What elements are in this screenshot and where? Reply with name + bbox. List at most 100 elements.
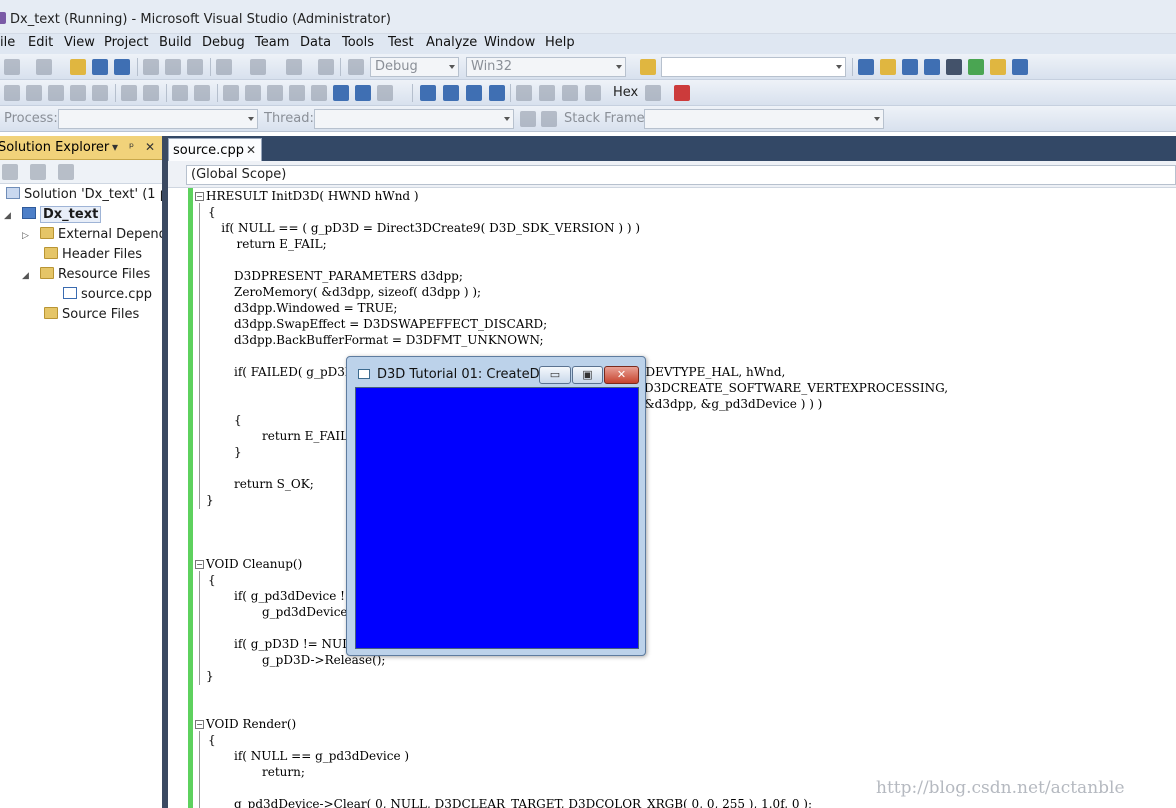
- menu-data[interactable]: Data: [300, 35, 331, 50]
- extension-manager-icon[interactable]: [990, 59, 1006, 75]
- tree-node-header-files[interactable]: Header Files: [44, 247, 142, 267]
- restart-icon[interactable]: [489, 85, 505, 101]
- next-bookmark-in-folder-icon[interactable]: [311, 85, 327, 101]
- pin-icon[interactable]: ᵖ: [129, 140, 134, 154]
- word-completion-icon[interactable]: [70, 85, 86, 101]
- add-item-icon[interactable]: [36, 59, 52, 75]
- start-debugging-icon[interactable]: [348, 59, 364, 75]
- view-class-diagram-icon[interactable]: [58, 164, 74, 180]
- d3d-tutorial-window[interactable]: D3D Tutorial 01: CreateD... ▭ ▣ ✕: [346, 356, 646, 656]
- close-icon[interactable]: ✕: [246, 143, 256, 157]
- menu-help[interactable]: Help: [545, 35, 575, 50]
- next-bookmark-in-document-icon[interactable]: [355, 85, 371, 101]
- breakpoints-window-icon[interactable]: [674, 85, 690, 101]
- copy-icon[interactable]: [165, 59, 181, 75]
- previous-bookmark-in-document-icon[interactable]: [333, 85, 349, 101]
- step-out-icon[interactable]: [585, 85, 601, 101]
- start-page-icon[interactable]: [968, 59, 984, 75]
- tree-node-source-cpp[interactable]: source.cpp: [63, 287, 152, 307]
- decrease-indent-icon[interactable]: [121, 85, 137, 101]
- tab-source-cpp[interactable]: source.cpp ✕: [168, 138, 262, 161]
- command-window-icon[interactable]: [1012, 59, 1028, 75]
- code-editor[interactable]: − − − HRESULT InitD3D( HWND hWnd ) { if(…: [168, 188, 1176, 808]
- find-icon[interactable]: [858, 59, 874, 75]
- process-dropdown[interactable]: [58, 109, 258, 129]
- save-all-icon[interactable]: [114, 59, 130, 75]
- show-threads-in-source-icon[interactable]: [645, 85, 661, 101]
- menu-project[interactable]: Project: [104, 35, 148, 50]
- close-icon[interactable]: ✕: [145, 140, 155, 154]
- tree-node-resource-files[interactable]: ◢ Resource Files: [22, 267, 150, 287]
- thread-dropdown[interactable]: [314, 109, 514, 129]
- render-canvas[interactable]: [355, 387, 639, 649]
- menu-edit[interactable]: Edit: [28, 35, 53, 50]
- tree-node-source-files[interactable]: Source Files: [44, 307, 139, 327]
- list-members-icon[interactable]: [92, 85, 108, 101]
- menu-build[interactable]: Build: [159, 35, 192, 50]
- previous-bookmark-in-folder-icon[interactable]: [289, 85, 305, 101]
- navigate-forward-icon[interactable]: [318, 59, 334, 75]
- menu-bar: ile Edit View Project Build Debug Team D…: [0, 34, 1176, 54]
- minimize-button[interactable]: ▭: [539, 366, 571, 384]
- solution-platform-dropdown[interactable]: Win32: [466, 57, 626, 77]
- toggle-flag-icon[interactable]: [520, 111, 536, 127]
- properties-icon[interactable]: [2, 164, 18, 180]
- expanded-arrow-icon[interactable]: ◢: [22, 271, 32, 281]
- find-combo[interactable]: [661, 57, 846, 77]
- show-flagged-threads-icon[interactable]: [541, 111, 557, 127]
- paste-icon[interactable]: [187, 59, 203, 75]
- menu-debug[interactable]: Debug: [202, 35, 245, 50]
- collapse-icon[interactable]: −: [195, 560, 204, 569]
- step-over-icon[interactable]: [562, 85, 578, 101]
- collapsed-arrow-icon[interactable]: ▷: [22, 231, 32, 241]
- find-in-files-icon[interactable]: [640, 59, 656, 75]
- menu-test[interactable]: Test: [388, 35, 414, 50]
- scope-dropdown[interactable]: (Global Scope): [186, 165, 1176, 185]
- menu-analyze[interactable]: Analyze: [426, 35, 477, 50]
- step-into-icon[interactable]: [539, 85, 555, 101]
- navigate-backward-icon[interactable]: [286, 59, 302, 75]
- save-icon[interactable]: [92, 59, 108, 75]
- parameter-info-icon[interactable]: [48, 85, 64, 101]
- solution-explorer-icon[interactable]: [880, 59, 896, 75]
- menu-tools[interactable]: Tools: [342, 35, 374, 50]
- quick-info-icon[interactable]: [26, 85, 42, 101]
- menu-window[interactable]: Window: [484, 35, 535, 50]
- open-file-icon[interactable]: [70, 59, 86, 75]
- stop-debugging-icon[interactable]: [466, 85, 482, 101]
- menu-team[interactable]: Team: [255, 35, 289, 50]
- show-all-files-icon[interactable]: [30, 164, 46, 180]
- toggle-bookmark-icon[interactable]: [223, 85, 239, 101]
- text-editor-icon[interactable]: [4, 85, 20, 101]
- menu-view[interactable]: View: [64, 35, 95, 50]
- stack-frame-dropdown[interactable]: [644, 109, 884, 129]
- expanded-arrow-icon[interactable]: ◢: [4, 211, 14, 221]
- uncomment-lines-icon[interactable]: [194, 85, 210, 101]
- comment-lines-icon[interactable]: [172, 85, 188, 101]
- undo-icon[interactable]: [216, 59, 232, 75]
- close-button[interactable]: ✕: [604, 366, 639, 384]
- next-bookmark-icon[interactable]: [267, 85, 283, 101]
- tree-node-project[interactable]: ◢ Dx_text: [4, 206, 102, 227]
- hex-display-button[interactable]: Hex: [613, 85, 638, 100]
- chevron-down-icon[interactable]: ▾: [112, 140, 118, 154]
- maximize-button[interactable]: ▣: [572, 366, 603, 384]
- menu-file[interactable]: ile: [0, 35, 15, 50]
- increase-indent-icon[interactable]: [143, 85, 159, 101]
- break-all-icon[interactable]: [443, 85, 459, 101]
- show-next-statement-icon[interactable]: [516, 85, 532, 101]
- continue-icon[interactable]: [420, 85, 436, 101]
- collapse-icon[interactable]: −: [195, 192, 204, 201]
- previous-bookmark-icon[interactable]: [245, 85, 261, 101]
- tree-node-external-dependencies[interactable]: ▷ External Dependencies: [22, 227, 162, 247]
- object-browser-icon[interactable]: [924, 59, 940, 75]
- redo-icon[interactable]: [250, 59, 266, 75]
- clear-bookmarks-icon[interactable]: [377, 85, 393, 101]
- new-project-icon[interactable]: [4, 59, 20, 75]
- tree-node-solution[interactable]: Solution 'Dx_text' (1 proj: [6, 187, 162, 207]
- toolbox-icon[interactable]: [946, 59, 962, 75]
- properties-window-icon[interactable]: [902, 59, 918, 75]
- cut-icon[interactable]: [143, 59, 159, 75]
- collapse-icon[interactable]: −: [195, 720, 204, 729]
- solution-configuration-dropdown[interactable]: Debug: [370, 57, 459, 77]
